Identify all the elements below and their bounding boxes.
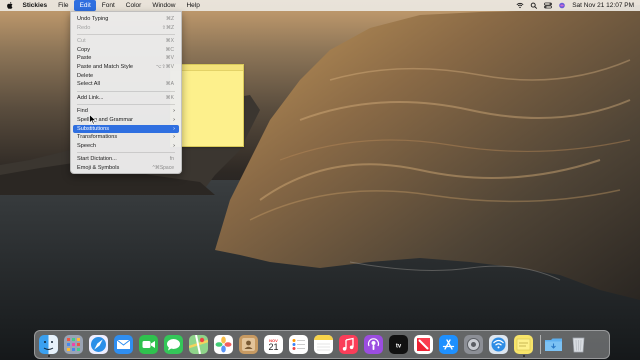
menu-item-label: Substitutions: [77, 125, 110, 132]
menu-item-shortcut: ⌘K: [165, 94, 174, 101]
stickies-icon[interactable]: [514, 335, 533, 354]
dock: NOV 21 tv: [34, 330, 610, 359]
messages-icon[interactable]: [164, 335, 183, 354]
menu-item-shortcut: ⌥⇧⌘V: [155, 64, 174, 70]
menu-item-label: Transformations: [77, 134, 118, 141]
menu-item-paste-and-match-style[interactable]: Paste and Match Style ⌥⇧⌘V: [73, 63, 179, 72]
menu-item-emoji-symbols[interactable]: Emoji & Symbols ^⌘Space: [73, 164, 179, 173]
menu-item-redo[interactable]: Redo ⇧⌘Z: [73, 24, 179, 33]
news-icon[interactable]: [414, 335, 433, 354]
apple-logo-icon[interactable]: [6, 1, 14, 10]
menu-item-label: Undo Typing: [77, 16, 109, 22]
mail-icon[interactable]: [114, 335, 133, 354]
menu-item-shortcut: ⌘A: [165, 81, 174, 88]
music-icon[interactable]: [339, 335, 358, 354]
menu-item-label: Start Dictation...: [77, 156, 117, 163]
photos-icon[interactable]: [214, 335, 233, 354]
menu-item-label: Emoji & Symbols: [77, 165, 120, 171]
menu-item-shortcut: ⌘Z: [165, 16, 174, 22]
menu-separator: [77, 34, 175, 36]
menu-item-label: Select All: [77, 81, 101, 88]
menu-item-label: Spelling and Grammar: [77, 117, 133, 123]
podcasts-icon[interactable]: [364, 335, 383, 354]
notes-icon[interactable]: [314, 335, 333, 354]
wifi-status-icon[interactable]: [516, 2, 524, 9]
menu-item-shortcut: ⌘X: [165, 38, 174, 45]
menu-item-transformations[interactable]: Transformations ›: [73, 133, 179, 142]
running-indicator: [47, 355, 50, 357]
menu-item-shortcut: fn: [169, 156, 174, 163]
menu-item-substitutions[interactable]: Substitutions ›: [73, 124, 179, 134]
menu-item-label: Speech: [77, 142, 96, 149]
menu-item-speech[interactable]: Speech ›: [73, 142, 179, 151]
menu-item-select-all[interactable]: Select All ⌘A: [73, 80, 179, 89]
menu-separator: [77, 104, 175, 106]
menu-color[interactable]: Color: [120, 0, 147, 11]
menu-item-label: Copy: [77, 46, 91, 53]
running-indicator: [522, 355, 525, 357]
edit-menu-dropdown: Undo Typing ⌘Z Redo ⇧⌘Z Cut ⌘X Copy ⌘C Paste ⌘V Pa…: [70, 11, 182, 174]
calendar-day: 21: [268, 341, 279, 352]
menu-window[interactable]: Window: [147, 0, 181, 11]
menu-app-name[interactable]: Stickies: [17, 0, 53, 11]
calendar-icon[interactable]: NOV 21: [264, 335, 283, 354]
menu-item-label: Delete: [77, 72, 94, 79]
menu-item-label: Paste: [77, 55, 92, 62]
submenu-arrow-icon: ›: [173, 134, 175, 141]
control-center-icon[interactable]: [544, 2, 553, 9]
menu-item-start-dictation[interactable]: Start Dictation... fn: [73, 155, 179, 164]
submenu-arrow-icon: ›: [173, 125, 175, 132]
network-utility-icon[interactable]: [489, 335, 508, 354]
safari-icon[interactable]: [89, 335, 108, 354]
menu-item-shortcut: ⇧⌘Z: [161, 24, 174, 31]
contacts-icon[interactable]: [239, 335, 258, 354]
menu-item-delete[interactable]: Delete: [73, 72, 179, 81]
menu-font[interactable]: Font: [96, 0, 120, 11]
search-icon[interactable]: [530, 2, 538, 9]
mouse-pointer-icon: [89, 114, 97, 125]
menu-item-shortcut: ⌘V: [165, 55, 174, 62]
dock-separator: [540, 335, 541, 354]
menu-item-cut[interactable]: Cut ⌘X: [73, 37, 179, 46]
menu-item-label: Paste and Match Style: [77, 64, 133, 70]
menu-separator: [77, 90, 175, 92]
menu-file[interactable]: File: [53, 0, 74, 11]
menu-item-copy[interactable]: Copy ⌘C: [73, 46, 179, 55]
reminders-icon[interactable]: [289, 335, 308, 354]
system-preferences-icon[interactable]: [464, 335, 483, 354]
launchpad-icon[interactable]: [64, 335, 83, 354]
menu-item-paste[interactable]: Paste ⌘V: [73, 54, 179, 63]
trash-icon[interactable]: [569, 335, 588, 354]
menu-item-label: Cut: [77, 38, 86, 45]
menu-item-undo-typing[interactable]: Undo Typing ⌘Z: [73, 15, 179, 24]
menu-edit[interactable]: Edit: [74, 0, 97, 11]
menu-item-shortcut: ⌘C: [165, 46, 174, 53]
maps-icon[interactable]: [189, 335, 208, 354]
finder-icon[interactable]: [39, 335, 58, 354]
menu-help[interactable]: Help: [181, 0, 205, 11]
menu-item-shortcut: ^⌘Space: [152, 165, 174, 171]
submenu-arrow-icon: ›: [173, 117, 175, 123]
menu-item-add-link[interactable]: Add Link... ⌘K: [73, 94, 179, 103]
menu-bar: Stickies File Edit Font Color Window Hel…: [0, 0, 640, 11]
facetime-icon[interactable]: [139, 335, 158, 354]
app-store-icon[interactable]: [439, 335, 458, 354]
menu-separator: [77, 152, 175, 154]
downloads-folder-icon[interactable]: [544, 335, 563, 354]
apple-tv-icon[interactable]: tv: [389, 335, 408, 354]
siri-icon[interactable]: [558, 2, 566, 9]
submenu-arrow-icon: ›: [173, 108, 175, 115]
submenu-arrow-icon: ›: [173, 142, 175, 149]
menubar-clock[interactable]: Sat Nov 21 12:07 PM: [572, 0, 634, 11]
menu-item-label: Find: [77, 108, 88, 115]
menu-item-label: Add Link...: [77, 94, 104, 101]
svg-text:tv: tv: [396, 344, 402, 350]
menu-item-label: Redo: [77, 24, 91, 31]
